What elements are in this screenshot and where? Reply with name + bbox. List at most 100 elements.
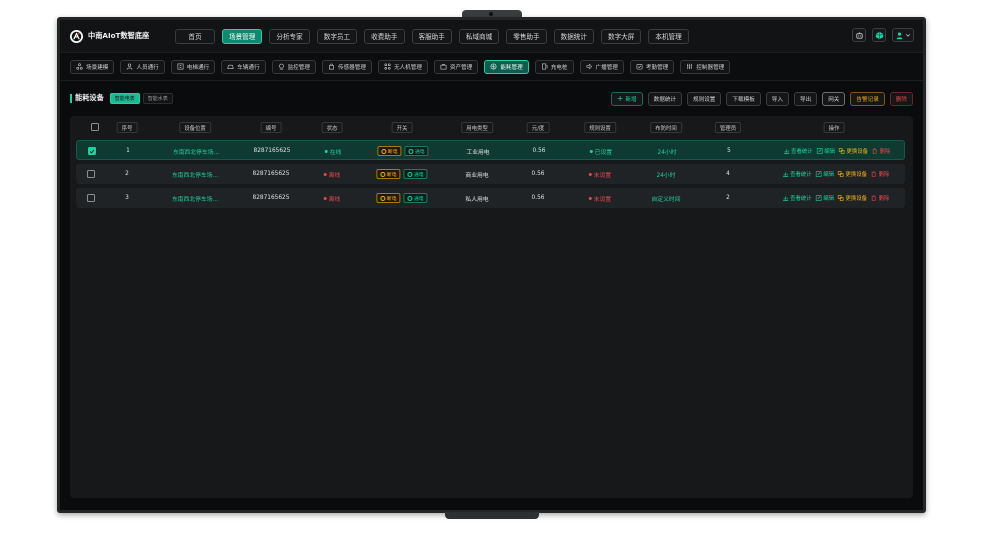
power-icon — [407, 171, 413, 177]
brand[interactable]: 中南AIoT数智底座 — [70, 29, 175, 43]
power-off-button[interactable]: 断电 — [376, 193, 401, 203]
sub-nav-monitoring[interactable]: 监控管理 — [271, 59, 316, 74]
sub-nav-label: 电梯通行 — [186, 64, 210, 71]
sub-nav-label: 充电桩 — [550, 64, 568, 71]
charger-icon — [541, 63, 548, 70]
cell-location[interactable]: 东南西北停车场... — [173, 141, 219, 161]
col-code: 编号 — [260, 122, 282, 133]
table-row[interactable]: 2 东南西北停车场... 8287165625 离线 断电 通电 商业用电 0.… — [76, 164, 905, 184]
col-price: 元/度 — [526, 122, 550, 133]
power-off-button[interactable]: 断电 — [376, 169, 401, 179]
add-button[interactable]: + 新增 — [610, 92, 643, 106]
nodes-icon — [76, 63, 83, 70]
nav-item-digital-staff[interactable]: 数字员工 — [316, 28, 358, 44]
power-on-button[interactable]: 通电 — [404, 146, 429, 156]
delete-link[interactable]: 删除 — [871, 194, 889, 202]
edit-icon — [816, 148, 823, 154]
sub-nav-broadcast[interactable]: 广播管理 — [579, 59, 624, 74]
rule-settings-button[interactable]: 规则设置 — [687, 92, 722, 106]
edit-link[interactable]: 编辑 — [815, 194, 834, 202]
replace-device-link[interactable]: 更换设备 — [838, 194, 867, 202]
tab-smart-water-meter[interactable]: 智能水表 — [142, 92, 173, 104]
rule-text: 未设置 — [593, 196, 612, 203]
cell-power-type: 商业用电 — [465, 172, 489, 179]
edit-link[interactable]: 编辑 — [816, 147, 835, 155]
sub-nav-assets[interactable]: 资产管理 — [433, 59, 479, 74]
attendance-icon — [636, 64, 643, 70]
user-menu-button[interactable] — [892, 28, 914, 42]
cell-defense-time: 24小时 — [656, 172, 676, 179]
gateway-button[interactable]: 网关 — [822, 92, 846, 106]
edit-link[interactable]: 编辑 — [815, 170, 834, 178]
cell-code: 8287165625 — [252, 195, 290, 201]
col-index: 序号 — [116, 122, 138, 133]
nav-item-data-stats[interactable]: 数据统计 — [553, 28, 594, 44]
col-location: 设备位置 — [179, 122, 211, 133]
camera-icon — [278, 63, 284, 70]
sub-nav-controllers[interactable]: 控制器管理 — [680, 59, 731, 74]
power-on-button[interactable]: 通电 — [403, 193, 428, 203]
power-off-button[interactable]: 断电 — [377, 146, 402, 156]
table-row[interactable]: 3 东南西北停车场... 8287165625 离线 断电 通电 私人用电 0.… — [76, 188, 905, 208]
nav-item-retail[interactable]: 零售助手 — [506, 28, 547, 44]
cell-location[interactable]: 东南西北停车场... — [172, 188, 218, 208]
cell-price: 0.56 — [531, 171, 545, 177]
nav-item-analysis[interactable]: 分析专家 — [269, 28, 310, 44]
cell-location[interactable]: 东南西北停车场... — [172, 164, 218, 184]
delete-link[interactable]: 删除 — [872, 147, 890, 155]
nav-item-scene[interactable]: 场景管理 — [222, 28, 263, 44]
cube-icon[interactable] — [872, 28, 886, 42]
edit-label: 编辑 — [823, 172, 834, 178]
trash-icon — [872, 195, 877, 201]
tab-smart-meter[interactable]: 智能电表 — [109, 92, 140, 104]
sub-nav-label: 无人机管理 — [393, 64, 422, 71]
sub-nav-vehicle-pass[interactable]: 车辆通行 — [221, 59, 266, 74]
robot-icon[interactable] — [852, 28, 866, 42]
nav-item-billing[interactable]: 收费助手 — [364, 28, 405, 44]
cell-power-type: 私人用电 — [465, 196, 489, 203]
sub-nav-drones[interactable]: 无人机管理 — [377, 59, 428, 74]
sub-nav-elevator-pass[interactable]: 电梯通行 — [170, 59, 216, 74]
sub-nav-sensors[interactable]: 传感器管理 — [321, 59, 372, 74]
download-template-button[interactable]: 下载模板 — [726, 92, 761, 106]
row-checkbox[interactable] — [88, 141, 96, 161]
sensor-icon — [328, 63, 334, 70]
export-button[interactable]: 导出 — [794, 92, 818, 106]
nav-item-home[interactable]: 首页 — [175, 28, 215, 44]
delete-link[interactable]: 删除 — [871, 170, 889, 178]
replace-device-link[interactable]: 更换设备 — [839, 147, 868, 155]
select-all-checkbox[interactable] — [91, 123, 99, 131]
view-stats-link[interactable]: 查看统计 — [783, 170, 812, 178]
delete-button[interactable]: 删除 — [889, 92, 913, 106]
car-icon — [227, 64, 234, 69]
replace-device-link[interactable]: 更换设备 — [838, 170, 867, 178]
stats-icon — [784, 149, 790, 154]
power-on-button[interactable]: 通电 — [403, 169, 428, 179]
sub-nav-charger[interactable]: 充电桩 — [534, 59, 574, 74]
rule-status: 已设置 — [589, 141, 612, 161]
sub-nav-attendance[interactable]: 考勤管理 — [629, 59, 675, 74]
table-row[interactable]: 1 东南西北停车场... 8287165625 在线 断电 通电 工业用电 0.… — [76, 140, 905, 160]
nav-item-big-screen[interactable]: 数字大屏 — [601, 28, 642, 44]
brand-logo-icon — [70, 29, 83, 43]
nav-item-local[interactable]: 本机管理 — [648, 28, 689, 44]
nav-item-mall[interactable]: 私域商城 — [458, 28, 500, 44]
power-icon — [408, 148, 414, 154]
view-stats-link[interactable]: 查看统计 — [784, 147, 813, 155]
power-off-label: 断电 — [387, 149, 398, 155]
data-stats-button[interactable]: 数据统计 — [647, 92, 683, 106]
row-checkbox[interactable] — [87, 164, 95, 184]
row-actions: 查看统计 编辑 更换设备 删除 — [783, 164, 889, 184]
alarm-log-button[interactable]: 告警记录 — [850, 92, 885, 106]
import-button[interactable]: 导入 — [765, 92, 789, 106]
view-stats-link[interactable]: 查看统计 — [783, 194, 812, 202]
status-badge: 离线 — [323, 188, 340, 208]
col-switch: 开关 — [391, 122, 413, 133]
sub-nav-scene-modeling[interactable]: 场景建模 — [70, 59, 115, 74]
sub-nav-person-pass[interactable]: 人员通行 — [120, 59, 165, 74]
nav-item-service[interactable]: 客服助手 — [411, 28, 452, 44]
switch-group: 断电 通电 — [376, 188, 428, 208]
row-checkbox[interactable] — [87, 188, 95, 208]
sub-nav-energy[interactable]: 能耗管理 — [484, 59, 529, 74]
replace-label: 更换设备 — [846, 149, 869, 155]
